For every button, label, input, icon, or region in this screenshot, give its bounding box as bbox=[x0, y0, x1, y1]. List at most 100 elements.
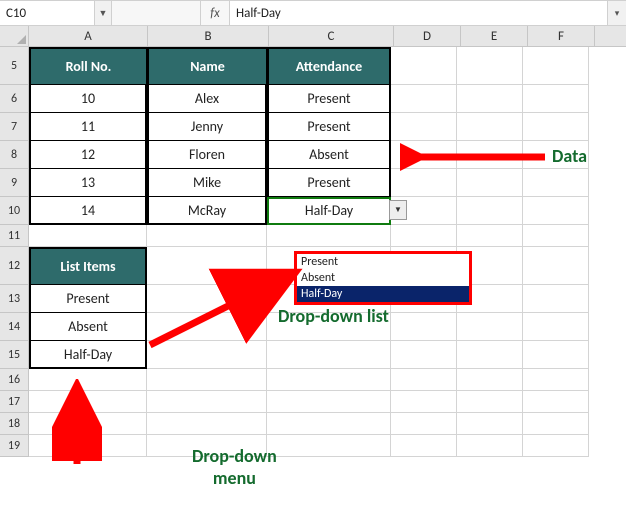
cell[interactable] bbox=[267, 341, 391, 369]
row-header[interactable]: 7 bbox=[0, 113, 29, 141]
dropdown-button[interactable]: ▼ bbox=[389, 200, 407, 220]
formula-expand-icon[interactable]: ▾ bbox=[607, 1, 626, 25]
cell[interactable] bbox=[523, 391, 589, 413]
cell[interactable] bbox=[523, 247, 589, 285]
fx-icon[interactable]: fx bbox=[201, 1, 230, 25]
table-cell[interactable]: Absent bbox=[267, 141, 391, 169]
table-cell[interactable]: Jenny bbox=[147, 113, 267, 141]
cell[interactable] bbox=[457, 141, 523, 169]
cell[interactable] bbox=[267, 391, 391, 413]
col-header-B[interactable]: B bbox=[148, 26, 269, 46]
cell[interactable] bbox=[29, 369, 147, 391]
select-all-corner[interactable] bbox=[0, 26, 29, 46]
cell[interactable] bbox=[391, 369, 457, 391]
cell[interactable] bbox=[147, 369, 267, 391]
cell[interactable] bbox=[523, 141, 589, 169]
col-header-D[interactable]: D bbox=[394, 26, 461, 46]
name-box-dropdown[interactable]: ▼ bbox=[95, 1, 112, 25]
cell[interactable] bbox=[523, 169, 589, 197]
table-cell[interactable]: Mike bbox=[147, 169, 267, 197]
cell[interactable] bbox=[391, 169, 457, 197]
cell[interactable] bbox=[147, 413, 267, 435]
dropdown-list[interactable]: Present Absent Half-Day bbox=[294, 251, 472, 305]
formula-input[interactable]: Half-Day bbox=[230, 1, 607, 25]
cell[interactable] bbox=[523, 285, 589, 313]
cell[interactable] bbox=[391, 413, 457, 435]
table-cell[interactable]: Present bbox=[267, 169, 391, 197]
table-cell[interactable]: Present bbox=[267, 85, 391, 113]
cell[interactable] bbox=[523, 225, 589, 247]
cell[interactable] bbox=[457, 197, 523, 225]
table-cell[interactable]: 11 bbox=[29, 113, 147, 141]
table-cell[interactable]: 10 bbox=[29, 85, 147, 113]
list-item[interactable]: Half-Day bbox=[29, 341, 147, 369]
dropdown-option[interactable]: Present bbox=[297, 254, 469, 270]
row-header[interactable]: 9 bbox=[0, 169, 29, 197]
col-header-F[interactable]: F bbox=[528, 26, 595, 46]
cell[interactable] bbox=[267, 313, 391, 341]
cell[interactable] bbox=[147, 285, 267, 313]
cell[interactable] bbox=[267, 413, 391, 435]
cell[interactable] bbox=[147, 225, 267, 247]
row-header[interactable]: 10 bbox=[0, 197, 29, 225]
cell[interactable] bbox=[523, 47, 589, 85]
cell[interactable] bbox=[523, 313, 589, 341]
row-header[interactable]: 15 bbox=[0, 341, 29, 369]
cell[interactable] bbox=[29, 225, 147, 247]
cell[interactable] bbox=[267, 435, 391, 457]
row-header[interactable]: 13 bbox=[0, 285, 29, 313]
col-header-C[interactable]: C bbox=[269, 26, 394, 46]
cell[interactable] bbox=[147, 435, 267, 457]
row-header[interactable]: 14 bbox=[0, 313, 29, 341]
cell[interactable] bbox=[523, 341, 589, 369]
cell[interactable] bbox=[29, 391, 147, 413]
cell[interactable] bbox=[457, 435, 523, 457]
cell[interactable] bbox=[391, 141, 457, 169]
cell[interactable] bbox=[457, 47, 523, 85]
cell[interactable] bbox=[523, 369, 589, 391]
row-header[interactable]: 11 bbox=[0, 225, 29, 247]
cell[interactable] bbox=[147, 341, 267, 369]
list-item[interactable]: Present bbox=[29, 285, 147, 313]
table-cell[interactable]: Floren bbox=[147, 141, 267, 169]
col-header-A[interactable]: A bbox=[29, 26, 148, 46]
table-cell[interactable]: Alex bbox=[147, 85, 267, 113]
cell[interactable] bbox=[391, 47, 457, 85]
cell[interactable] bbox=[457, 85, 523, 113]
cell[interactable] bbox=[391, 313, 457, 341]
cell[interactable] bbox=[391, 85, 457, 113]
cell[interactable] bbox=[457, 313, 523, 341]
row-header[interactable]: 5 bbox=[0, 47, 29, 85]
cell[interactable] bbox=[523, 85, 589, 113]
cell[interactable] bbox=[457, 225, 523, 247]
cell[interactable] bbox=[457, 413, 523, 435]
list-item[interactable]: Absent bbox=[29, 313, 147, 341]
table-cell[interactable]: 14 bbox=[29, 197, 147, 225]
row-header[interactable]: 17 bbox=[0, 391, 29, 413]
cell[interactable] bbox=[391, 225, 457, 247]
cell[interactable] bbox=[391, 341, 457, 369]
row-header[interactable]: 18 bbox=[0, 413, 29, 435]
name-box[interactable]: C10 bbox=[0, 1, 95, 25]
cell[interactable] bbox=[457, 391, 523, 413]
table-cell[interactable]: 12 bbox=[29, 141, 147, 169]
dropdown-option[interactable]: Absent bbox=[297, 270, 469, 286]
cell[interactable] bbox=[267, 369, 391, 391]
cell[interactable] bbox=[147, 247, 267, 285]
row-header[interactable]: 6 bbox=[0, 85, 29, 113]
cell[interactable] bbox=[523, 413, 589, 435]
cell[interactable] bbox=[147, 391, 267, 413]
active-cell[interactable]: Half-Day ▼ bbox=[267, 197, 391, 225]
cell[interactable] bbox=[267, 225, 391, 247]
cell[interactable] bbox=[523, 197, 589, 225]
cell[interactable] bbox=[29, 435, 147, 457]
row-header[interactable]: 19 bbox=[0, 435, 29, 457]
col-header-E[interactable]: E bbox=[461, 26, 528, 46]
cell[interactable] bbox=[29, 413, 147, 435]
cell[interactable] bbox=[457, 113, 523, 141]
cell[interactable] bbox=[391, 391, 457, 413]
cell[interactable] bbox=[457, 169, 523, 197]
cell[interactable] bbox=[391, 113, 457, 141]
row-header[interactable]: 8 bbox=[0, 141, 29, 169]
table-cell[interactable]: Present bbox=[267, 113, 391, 141]
